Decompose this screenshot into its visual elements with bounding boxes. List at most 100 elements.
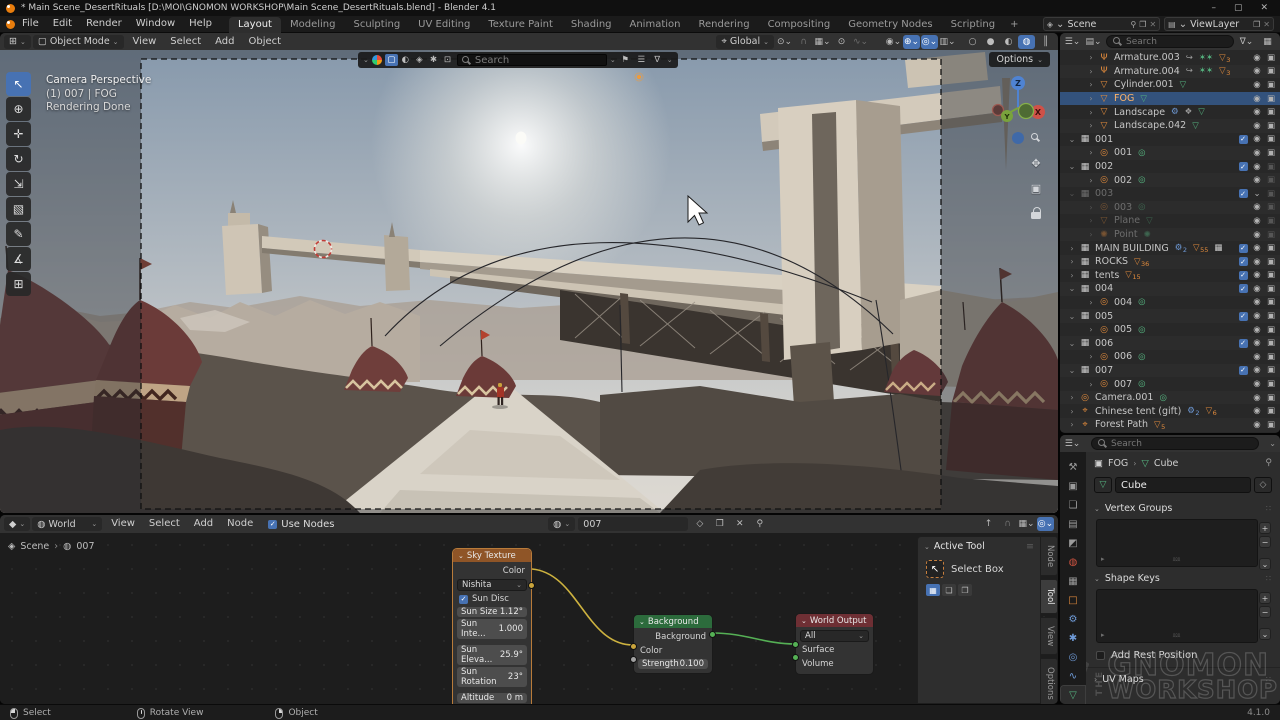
workspace-tab[interactable]: Texture Paint: [479, 17, 562, 33]
render-camera-icon[interactable]: [1264, 352, 1278, 362]
viewport-tool-button[interactable]: ▧: [6, 197, 31, 221]
node-canvas[interactable]: ◈ Scene › ◍ 007 ⌄Sky Texture C: [0, 533, 1058, 704]
shader-type-dropdown[interactable]: ◍World⌄: [32, 517, 102, 531]
hide-eye-icon[interactable]: [1250, 66, 1264, 76]
expand-chevron-icon[interactable]: ⌄: [1067, 339, 1077, 348]
expand-chevron-icon[interactable]: ›: [1086, 203, 1096, 212]
shading-mode-icon[interactable]: ◍: [1018, 35, 1035, 49]
outliner-row[interactable]: › ◎ 007 ◎: [1060, 377, 1280, 391]
menu-item[interactable]: Render: [79, 16, 129, 32]
properties-tab[interactable]: ⚙: [1061, 610, 1085, 628]
outliner-row[interactable]: › ▽ FOG ▽: [1060, 92, 1280, 106]
hide-eye-icon[interactable]: [1250, 94, 1264, 104]
node-value-field[interactable]: Altitude0 m: [457, 693, 527, 703]
exclude-checkbox[interactable]: [1236, 257, 1250, 266]
render-camera-icon[interactable]: [1264, 53, 1278, 63]
minimize-button[interactable]: –: [1211, 3, 1216, 13]
hide-eye-icon[interactable]: [1250, 216, 1264, 226]
options-dropdown[interactable]: Options⌄: [989, 52, 1050, 67]
exclude-checkbox[interactable]: [1236, 339, 1250, 348]
viewport-tool-button[interactable]: ↖: [6, 72, 31, 96]
filter-funnel-icon[interactable]: ∇: [651, 54, 664, 66]
render-camera-icon[interactable]: [1264, 189, 1278, 199]
unlink-icon[interactable]: ✕: [731, 517, 748, 531]
viewport-toggle-icon[interactable]: ▥⌄: [939, 35, 956, 49]
render-camera-icon[interactable]: [1264, 94, 1278, 104]
render-camera-icon[interactable]: [1264, 66, 1278, 76]
expand-chevron-icon[interactable]: ›: [1086, 352, 1096, 361]
properties-tab[interactable]: ⚒: [1061, 458, 1085, 476]
output-target-dropdown[interactable]: All⌄: [800, 630, 869, 642]
exclude-checkbox[interactable]: [1236, 162, 1250, 171]
hide-eye-icon[interactable]: [1250, 162, 1264, 172]
sidebar-tab[interactable]: Node: [1041, 536, 1058, 576]
workspace-tab[interactable]: UV Editing: [409, 17, 479, 33]
node-value-field[interactable]: Sun Rotation23°: [457, 667, 527, 687]
exclude-checkbox[interactable]: [1236, 189, 1250, 198]
render-camera-icon[interactable]: [1264, 107, 1278, 117]
viewport-tool-button[interactable]: ✛: [6, 122, 31, 146]
lock-icon[interactable]: [1028, 205, 1044, 221]
transform-orientation-dropdown[interactable]: ⌖Global⌄: [716, 35, 774, 49]
volume-input-socket[interactable]: [792, 654, 799, 661]
properties-tab[interactable]: □: [1061, 591, 1085, 609]
expand-chevron-icon[interactable]: ›: [1067, 407, 1077, 416]
hide-eye-icon[interactable]: [1250, 393, 1264, 403]
outliner-row[interactable]: › ◎ Camera.001 ◎: [1060, 391, 1280, 405]
world-output-node[interactable]: ⌄World Output All⌄ Surface Volume: [795, 613, 874, 675]
outliner-search[interactable]: [1106, 35, 1234, 48]
node-value-field[interactable]: Sun Inte...1.000: [457, 619, 527, 639]
asset-type-icon[interactable]: ◈: [413, 54, 426, 66]
outliner-row[interactable]: ⌄ ▦ 003: [1060, 187, 1280, 201]
zoom-icon[interactable]: [1028, 130, 1044, 146]
expand-chevron-icon[interactable]: ›: [1067, 257, 1077, 266]
editor-type-button[interactable]: ◆⌄: [4, 517, 30, 531]
node-header[interactable]: ⌄World Output: [796, 614, 873, 627]
viewport-menu-item[interactable]: Object: [242, 34, 289, 50]
background-node[interactable]: ⌄Background Background Color Strength0.1…: [633, 614, 713, 674]
render-camera-icon[interactable]: [1264, 230, 1278, 240]
copy-icon[interactable]: ❐: [711, 517, 728, 531]
render-camera-icon[interactable]: [1264, 216, 1278, 226]
blenderkit-search[interactable]: Search: [457, 54, 607, 66]
render-camera-icon[interactable]: [1264, 297, 1278, 307]
add-button[interactable]: +: [1259, 522, 1271, 534]
render-camera-icon[interactable]: [1264, 243, 1278, 253]
asset-type-icon[interactable]: ✱: [427, 54, 440, 66]
remove-icon[interactable]: ✕: [1263, 20, 1270, 29]
new-collection-button[interactable]: ▦: [1259, 35, 1276, 49]
exclude-checkbox[interactable]: [1236, 284, 1250, 293]
node-header[interactable]: ⌄Background: [634, 615, 712, 628]
hide-eye-icon[interactable]: [1250, 365, 1264, 375]
node-menu-item[interactable]: Node: [220, 516, 260, 532]
outliner-row[interactable]: › ▦ ROCKS ▽36: [1060, 255, 1280, 269]
outliner-row[interactable]: › ▽ Landscape.042 ▽: [1060, 119, 1280, 133]
outliner-row[interactable]: › ⌖ Chinese tent (gift) ⚙2 ▽6: [1060, 404, 1280, 418]
workspace-tab[interactable]: Rendering: [689, 17, 758, 33]
render-camera-icon[interactable]: [1264, 284, 1278, 294]
node-value-field[interactable]: Sun Size1.12°: [457, 607, 527, 617]
select-mode-extend-icon[interactable]: ❏: [942, 584, 956, 596]
outliner-row[interactable]: ⌄ ▦ 004: [1060, 282, 1280, 296]
viewport-tool-button[interactable]: ⇲: [6, 172, 31, 196]
datablock-name-field[interactable]: Cube: [1115, 477, 1251, 493]
active-tool-display[interactable]: ↖ Select Box: [926, 560, 1032, 578]
workspace-tab[interactable]: Modeling: [281, 17, 345, 33]
properties-tab[interactable]: ∿: [1061, 667, 1085, 685]
expand-chevron-icon[interactable]: ›: [1086, 380, 1096, 389]
sky-texture-node[interactable]: ⌄Sky Texture Color Nishita⌄ ✓Sun Disc Su…: [452, 548, 532, 704]
properties-tab[interactable]: ▦: [1061, 572, 1085, 590]
hide-eye-icon[interactable]: [1250, 175, 1264, 185]
pin-icon[interactable]: ⚲: [751, 517, 768, 531]
expand-chevron-icon[interactable]: ›: [1067, 393, 1077, 402]
properties-search[interactable]: [1091, 437, 1259, 450]
expand-chevron-icon[interactable]: ⌄: [1067, 366, 1077, 375]
menu-item[interactable]: Window: [129, 16, 182, 32]
chevron-down-icon[interactable]: ⌄: [363, 56, 369, 64]
expand-chevron-icon[interactable]: ⌄: [1067, 162, 1077, 171]
mode-dropdown[interactable]: ▢Object Mode⌄: [33, 35, 124, 49]
outliner-row[interactable]: › ▽ Cylinder.001 ▽: [1060, 78, 1280, 92]
camera-view-icon[interactable]: ▣: [1028, 180, 1044, 196]
uv-maps-panel-header[interactable]: ›UV Maps∷: [1094, 672, 1272, 687]
color-output-socket[interactable]: [528, 582, 535, 589]
